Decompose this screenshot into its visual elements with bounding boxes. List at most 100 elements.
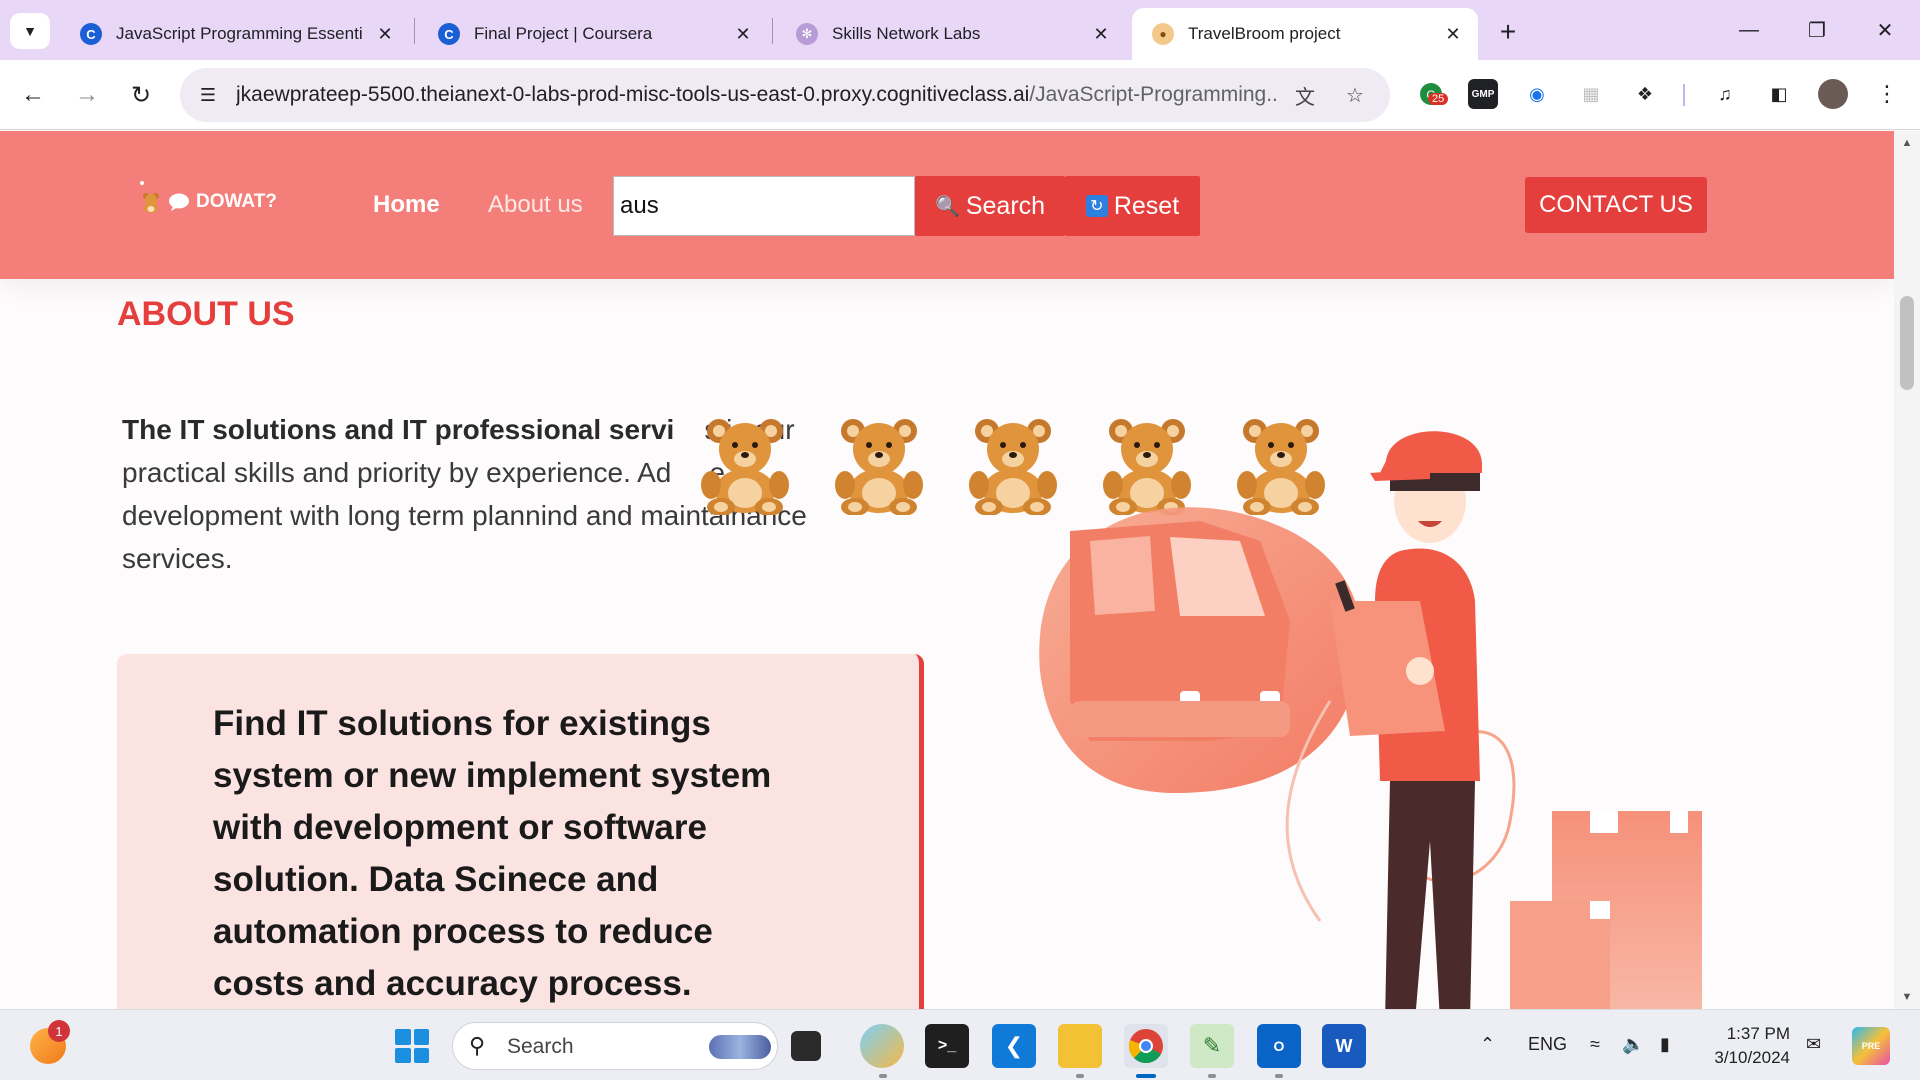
minimize-icon[interactable]: — [1726,10,1772,50]
show-hidden-icons-chevron[interactable]: ⌃ [1480,1034,1495,1055]
tab-javascript-essentials[interactable]: C JavaScript Programming Essenti ✕ [60,8,410,60]
intro-text-line2: practical skills and priority by experie… [122,457,672,488]
nav-home-link[interactable]: Home [373,191,440,219]
card-text: Find IT solutions for existings system o… [213,704,772,1003]
media-controls-icon[interactable]: ♫ [1710,79,1740,109]
restore-icon[interactable]: ❐ [1794,10,1840,50]
search-highlight-art [709,1035,771,1059]
it-solutions-card: Find IT solutions for existings system o… [117,654,924,1009]
logo-text: DOWAT? [196,191,277,212]
coursera-icon: C [80,23,102,45]
tab-travelbroom-project[interactable]: ● TravelBroom project ✕ [1132,8,1478,60]
close-window-icon[interactable]: ✕ [1862,10,1908,50]
teddy-bear-icon [697,415,793,516]
vscode-icon[interactable]: ❮ [992,1024,1036,1068]
scroll-up-arrow-icon[interactable]: ▲ [1894,133,1920,153]
gmp-extension-icon[interactable]: GMP [1468,79,1498,109]
tab-separator [772,18,773,44]
close-tab-icon[interactable]: ✕ [732,23,754,45]
forward-arrow-icon[interactable]: → [68,76,106,114]
menu-dots-icon[interactable]: ⋮ [1872,79,1902,109]
bookmark-star-icon[interactable]: ☆ [1340,80,1370,110]
search-icon: ⚲ [469,1033,486,1058]
language-indicator[interactable]: ENG [1528,1034,1567,1055]
translate-icon[interactable]: 文 [1290,80,1320,110]
about-us-heading: ABOUT US [117,295,295,333]
battery-icon[interactable]: ▮ [1660,1034,1670,1055]
search-button[interactable]: 🔍 Search [915,176,1065,236]
site-logo[interactable]: DOWAT? [140,181,277,213]
tab-search-button[interactable]: ▼ [10,13,50,49]
clock-time: 1:37 PM [1726,1024,1790,1043]
taskbar-clock[interactable]: 1:37 PM 3/10/2024 [1700,1022,1790,1070]
skills-network-icon: ✻ [796,23,818,45]
app-indicator [1208,1074,1216,1078]
taskbar-search-label: Search [507,1035,574,1058]
reset-arrows-icon: ↻ [1085,195,1108,217]
coursera-icon: C [438,23,460,45]
page-viewport: DOWAT? Home About us 🔍 Search ↻ Reset CO… [0,131,1894,1009]
magnifier-icon: 🔍 [934,195,960,218]
volume-icon[interactable]: 🔈 [1622,1034,1644,1055]
intro-bold-text: The IT solutions and IT professional ser… [122,414,675,445]
notification-bell-icon[interactable]: ✉ [1806,1034,1821,1055]
windows-start-icon[interactable] [395,1029,429,1063]
search-input[interactable] [613,176,915,236]
weather-notification-badge: 1 [48,1020,70,1042]
close-tab-icon[interactable]: ✕ [1090,23,1112,45]
side-panel-icon[interactable]: ◧ [1764,79,1794,109]
url-text[interactable]: jkaewprateep-5500.theianext-0-labs-prod-… [236,83,1276,107]
close-tab-icon[interactable]: ✕ [374,23,396,45]
task-view-icon[interactable] [791,1031,821,1061]
reset-button-label: Reset [1113,191,1180,220]
clock-date: 3/10/2024 [1714,1048,1790,1067]
extensions-puzzle-icon[interactable]: ❖ [1630,79,1660,109]
logo-dot [140,181,144,185]
site-header: DOWAT? Home About us 🔍 Search ↻ Reset CO… [0,131,1894,279]
grayed-extension-icon[interactable]: ▦ [1576,79,1606,109]
speech-bubble-icon [169,193,189,211]
search-button-label: Search [965,191,1046,220]
reset-button[interactable]: ↻ Reset [1065,176,1200,236]
taskbar-search-box[interactable]: ⚲ Search [452,1022,778,1070]
paint-icon[interactable] [860,1024,904,1068]
file-explorer-icon[interactable] [1058,1024,1102,1068]
page-scrollbar[interactable]: ▲ ▼ [1894,131,1920,1009]
profile-avatar[interactable] [1818,79,1848,109]
teddy-bear-icon [831,415,927,516]
back-arrow-icon[interactable]: ← [14,76,52,114]
delivery-man-illustration [1039,431,1702,1009]
intro-text-line4: services. [122,543,233,574]
reload-icon[interactable]: ↻ [122,76,160,114]
app-indicator [1076,1074,1084,1078]
wifi-icon[interactable]: ≈ [1590,1034,1600,1055]
browser-tab-bar: ▼ C JavaScript Programming Essenti ✕ C F… [0,0,1920,60]
toolbar-divider [1683,84,1685,106]
scrollbar-thumb[interactable] [1900,296,1914,390]
terminal-icon[interactable]: >_ [925,1024,969,1068]
teddy-bear-icon: ● [1152,23,1174,45]
tab-separator [414,18,415,44]
app-indicator [879,1074,887,1078]
extension-icon[interactable]: G 25 [1416,79,1449,109]
extension-badge: 25 [1428,93,1449,105]
chrome-icon[interactable] [1124,1024,1168,1068]
close-tab-icon[interactable]: ✕ [1442,23,1464,45]
site-settings-icon[interactable]: ☰ [194,82,222,108]
outlook-new-icon[interactable]: O [1257,1024,1301,1068]
copilot-icon[interactable]: PRE [1852,1027,1890,1065]
contact-us-button[interactable]: CONTACT US [1525,177,1707,233]
camera-extension-icon[interactable]: ◉ [1522,79,1552,109]
word-icon[interactable]: W [1322,1024,1366,1068]
notepad-plus-icon[interactable]: ✎ [1190,1024,1234,1068]
active-app-indicator [1136,1074,1156,1078]
teddy-bear-icon [143,193,159,213]
app-indicator [1275,1074,1283,1078]
new-tab-button[interactable]: + [1490,14,1526,50]
address-bar[interactable]: ☰ jkaewprateep-5500.theianext-0-labs-pro… [180,68,1390,122]
nav-about-link[interactable]: About us [488,191,583,219]
tab-skills-network-labs[interactable]: ✻ Skills Network Labs ✕ [776,8,1126,60]
windows-taskbar: 1 ⚲ Search >_ ❮ ✎ O W ⌃ ENG ≈ 🔈 ▮ 1:37 P… [0,1009,1920,1080]
scroll-down-arrow-icon[interactable]: ▼ [1894,987,1920,1007]
tab-final-project[interactable]: C Final Project | Coursera ✕ [418,8,768,60]
